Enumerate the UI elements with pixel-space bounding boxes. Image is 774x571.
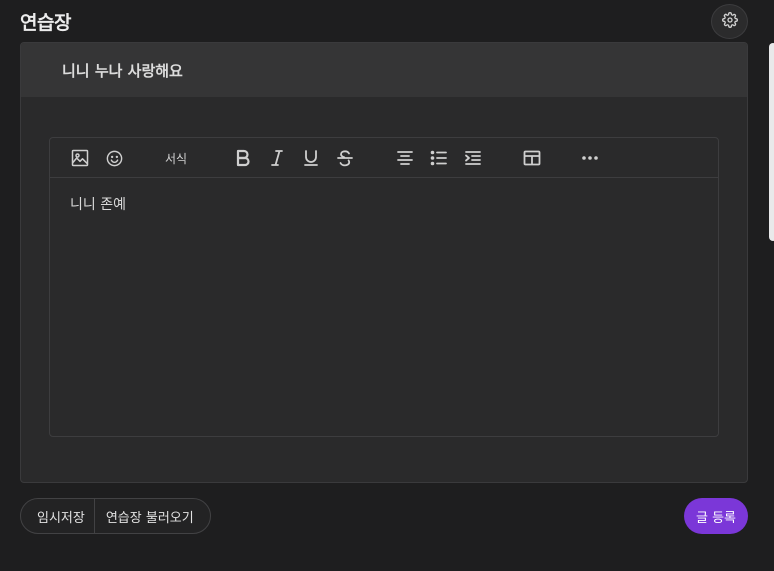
temp-save-button[interactable]: 임시저장	[21, 499, 95, 533]
editor-card: 니니 누나 사랑해요 서식 니니 존예	[20, 42, 748, 483]
underline-icon[interactable]	[300, 146, 322, 170]
strikethrough-icon[interactable]	[334, 146, 356, 170]
emoji-icon[interactable]	[102, 146, 126, 170]
editor-content-area[interactable]: 니니 존예	[50, 178, 718, 230]
post-title-input[interactable]: 니니 누나 사랑해요	[21, 43, 747, 97]
italic-icon[interactable]	[266, 146, 288, 170]
table-icon[interactable]	[521, 146, 543, 170]
image-icon[interactable]	[68, 146, 92, 170]
indent-icon[interactable]	[462, 146, 484, 170]
scrollbar-thumb[interactable]	[769, 43, 774, 241]
submit-post-button[interactable]: 글 등록	[684, 498, 748, 534]
page-title: 연습장	[20, 12, 71, 34]
gear-icon	[721, 11, 738, 32]
draft-actions: 임시저장 연습장 불러오기	[20, 498, 211, 534]
settings-button[interactable]	[711, 4, 748, 39]
editor-toolbar: 서식	[50, 138, 718, 178]
load-drafts-button[interactable]: 연습장 불러오기	[95, 499, 210, 533]
post-title-text: 니니 누나 사랑해요	[62, 61, 183, 80]
bullet-list-icon[interactable]	[428, 146, 450, 170]
bold-icon[interactable]	[232, 146, 254, 170]
editor-paragraph: 니니 존예	[70, 197, 126, 213]
format-label: 서식	[164, 151, 188, 166]
editor-box: 서식 니니 존예	[49, 137, 719, 437]
format-dropdown[interactable]: 서식	[160, 146, 192, 170]
more-icon[interactable]	[579, 146, 601, 170]
align-center-icon[interactable]	[394, 146, 416, 170]
